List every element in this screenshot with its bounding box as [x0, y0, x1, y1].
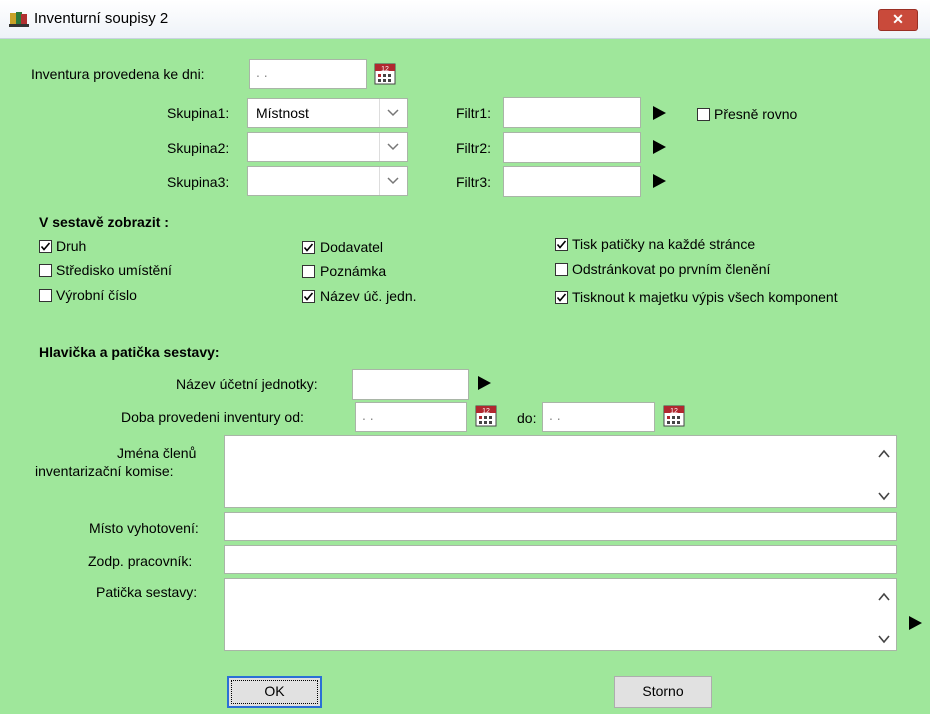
- group1-label: Skupina1:: [167, 105, 230, 121]
- filter1-label: Filtr1:: [456, 105, 491, 121]
- unit-input[interactable]: [352, 369, 469, 400]
- dodavatel-label: Dodavatel: [320, 239, 384, 255]
- period-to-input[interactable]: . .: [542, 402, 655, 432]
- tisknout-komponent-checkbox[interactable]: [555, 291, 568, 304]
- period-label: Doba provedeni inventury od:: [121, 409, 304, 425]
- chevron-down-icon[interactable]: [878, 488, 890, 501]
- play-icon[interactable]: [650, 104, 668, 122]
- chevron-down-icon[interactable]: [878, 631, 890, 644]
- cancel-button[interactable]: Storno: [614, 676, 712, 708]
- exact-match-label: Přesně rovno: [714, 106, 798, 122]
- calendar-icon[interactable]: 12: [475, 405, 497, 427]
- odstrankovat-label: Odstránkovat po prvním členění: [572, 261, 771, 277]
- nazev-uc-jedn-checkbox[interactable]: [302, 290, 315, 303]
- svg-text:12: 12: [670, 408, 678, 415]
- ok-button[interactable]: OK: [227, 676, 322, 708]
- unit-label: Název účetní jednotky:: [176, 376, 318, 392]
- play-icon[interactable]: [906, 614, 924, 632]
- odstrankovat-checkbox[interactable]: [555, 263, 568, 276]
- tisk-paticky-checkbox[interactable]: [555, 238, 568, 251]
- window-title: Inventurní soupisy 2: [34, 10, 169, 27]
- period-from-input[interactable]: . .: [355, 402, 467, 432]
- display-section-heading: V sestavě zobrazit :: [39, 214, 169, 230]
- filter2-label: Filtr2:: [456, 140, 491, 156]
- chevron-down-icon[interactable]: [379, 167, 407, 195]
- svg-text:12: 12: [482, 408, 490, 415]
- stredisko-label: Středisko umístění: [56, 262, 172, 278]
- close-button[interactable]: ✕: [878, 9, 918, 31]
- druh-label: Druh: [56, 238, 87, 254]
- vyrobni-cislo-checkbox[interactable]: [39, 289, 52, 302]
- members-label-line1: Jména členů: [117, 445, 197, 461]
- calendar-icon[interactable]: 12: [663, 405, 685, 427]
- poznamka-label: Poznámka: [320, 263, 387, 279]
- chevron-down-icon[interactable]: [379, 133, 407, 161]
- druh-checkbox[interactable]: [39, 240, 52, 253]
- group3-select[interactable]: [247, 166, 408, 196]
- calendar-icon[interactable]: 12: [374, 63, 396, 85]
- tisknout-komponent-label: Tisknout k majetku výpis všech komponent: [572, 289, 838, 305]
- inventory-date-input[interactable]: . .: [249, 59, 367, 89]
- chevron-up-icon[interactable]: [878, 446, 890, 458]
- filter3-input[interactable]: [503, 166, 641, 197]
- group1-select[interactable]: Místnost: [247, 98, 408, 128]
- responsible-label: Zodp. pracovník:: [88, 553, 193, 569]
- responsible-input[interactable]: [224, 545, 897, 574]
- play-icon[interactable]: [650, 172, 668, 190]
- footer-textarea[interactable]: [224, 578, 897, 651]
- exact-match-checkbox[interactable]: [697, 108, 710, 121]
- period-to-label: do:: [517, 410, 537, 426]
- play-icon[interactable]: [650, 138, 668, 156]
- footer-label: Patička sestavy:: [96, 584, 198, 600]
- members-label-line2: inventarizační komise:: [35, 463, 174, 479]
- members-textarea[interactable]: [224, 435, 897, 508]
- filter3-label: Filtr3:: [456, 174, 491, 190]
- title-bar: Inventurní soupisy 2 ✕: [0, 0, 930, 39]
- group3-label: Skupina3:: [167, 174, 230, 190]
- stredisko-checkbox[interactable]: [39, 264, 52, 277]
- place-input[interactable]: [224, 512, 897, 541]
- filter2-input[interactable]: [503, 132, 641, 163]
- nazev-uc-jedn-label: Název úč. jedn.: [320, 288, 417, 304]
- chevron-up-icon[interactable]: [878, 589, 890, 601]
- poznamka-checkbox[interactable]: [302, 265, 315, 278]
- svg-text:12: 12: [381, 66, 389, 73]
- group2-select[interactable]: [247, 132, 408, 162]
- dodavatel-checkbox[interactable]: [302, 241, 315, 254]
- group2-label: Skupina2:: [167, 140, 230, 156]
- chevron-down-icon[interactable]: [379, 99, 407, 127]
- play-icon[interactable]: [475, 374, 493, 392]
- tisk-paticky-label: Tisk patičky na každé stránce: [572, 236, 756, 252]
- filter1-input[interactable]: [503, 97, 641, 128]
- vyrobni-cislo-label: Výrobní číslo: [56, 287, 137, 303]
- inventory-date-label: Inventura provedena ke dni:: [31, 66, 205, 82]
- header-section-heading: Hlavička a patička sestavy:: [39, 344, 220, 360]
- app-icon: [9, 10, 29, 28]
- group1-value: Místnost: [256, 105, 309, 121]
- place-label: Místo vyhotovení:: [89, 520, 199, 536]
